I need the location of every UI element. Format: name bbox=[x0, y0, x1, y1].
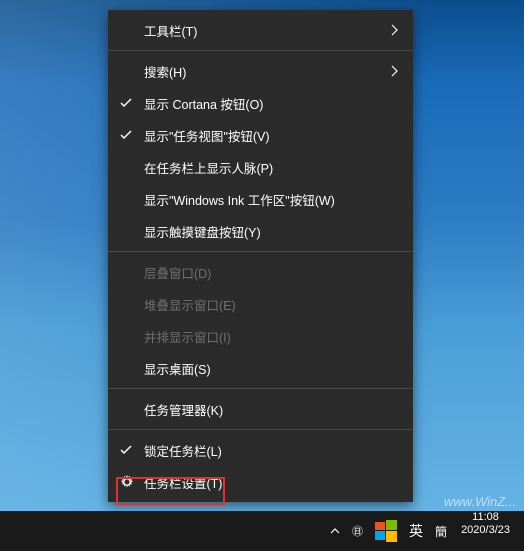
menu-task-manager[interactable]: 任务管理器(K) bbox=[108, 393, 413, 425]
check-icon bbox=[120, 444, 132, 456]
menu-label: 显示触摸键盘按钮(Y) bbox=[144, 222, 261, 241]
chevron-right-icon bbox=[391, 65, 399, 77]
menu-show-people[interactable]: 在任务栏上显示人脉(P) bbox=[108, 151, 413, 183]
menu-label: 任务栏设置(T) bbox=[144, 473, 222, 492]
gear-icon bbox=[120, 475, 134, 489]
separator bbox=[108, 50, 413, 51]
menu-label: 显示"Windows Ink 工作区"按钮(W) bbox=[144, 190, 335, 209]
tray-chevron-up[interactable] bbox=[324, 511, 346, 551]
lang-label: 英 bbox=[409, 521, 423, 541]
menu-label: 工具栏(T) bbox=[144, 21, 197, 40]
menu-show-desktop[interactable]: 显示桌面(S) bbox=[108, 352, 413, 384]
system-clock[interactable]: 11:08 2020/3/23 bbox=[453, 511, 518, 551]
windows-logo-icon bbox=[375, 520, 397, 542]
tray-ime-icon[interactable]: ㊐ bbox=[346, 511, 369, 551]
menu-taskbar-settings[interactable]: 任务栏设置(T) bbox=[108, 466, 413, 498]
menu-label: 堆叠显示窗口(E) bbox=[144, 295, 236, 314]
language-indicator[interactable]: 英 bbox=[403, 511, 429, 551]
menu-label: 锁定任务栏(L) bbox=[144, 441, 222, 460]
menu-label: 显示 Cortana 按钮(O) bbox=[144, 94, 263, 113]
menu-show-touch-keyboard[interactable]: 显示触摸键盘按钮(Y) bbox=[108, 215, 413, 247]
menu-show-task-view[interactable]: 显示"任务视图"按钮(V) bbox=[108, 119, 413, 151]
clock-time: 11:08 bbox=[472, 511, 499, 524]
ime-mode-indicator[interactable]: 簡 bbox=[429, 511, 453, 551]
menu-cascade-windows: 层叠窗口(D) bbox=[108, 256, 413, 288]
menu-label: 并排显示窗口(I) bbox=[144, 327, 231, 346]
menu-label: 显示"任务视图"按钮(V) bbox=[144, 126, 270, 145]
check-icon bbox=[120, 129, 132, 141]
menu-show-ink[interactable]: 显示"Windows Ink 工作区"按钮(W) bbox=[108, 183, 413, 215]
menu-label: 层叠窗口(D) bbox=[144, 263, 211, 282]
clock-date: 2020/3/23 bbox=[461, 524, 510, 537]
menu-stacked-windows: 堆叠显示窗口(E) bbox=[108, 288, 413, 320]
check-icon bbox=[120, 97, 132, 109]
separator bbox=[108, 388, 413, 389]
ime-mode-label: 簡 bbox=[435, 523, 447, 540]
menu-label: 显示桌面(S) bbox=[144, 359, 211, 378]
menu-show-cortana[interactable]: 显示 Cortana 按钮(O) bbox=[108, 87, 413, 119]
menu-search[interactable]: 搜索(H) bbox=[108, 55, 413, 87]
menu-side-by-side-windows: 并排显示窗口(I) bbox=[108, 320, 413, 352]
menu-label: 在任务栏上显示人脉(P) bbox=[144, 158, 273, 177]
menu-lock-taskbar[interactable]: 锁定任务栏(L) bbox=[108, 434, 413, 466]
separator bbox=[108, 429, 413, 430]
menu-label: 任务管理器(K) bbox=[144, 400, 223, 419]
menu-toolbars[interactable]: 工具栏(T) bbox=[108, 14, 413, 46]
chevron-right-icon bbox=[391, 24, 399, 36]
menu-label: 搜索(H) bbox=[144, 62, 186, 81]
separator bbox=[108, 251, 413, 252]
taskbar-context-menu: 工具栏(T) 搜索(H) 显示 Cortana 按钮(O) 显示"任务视图"按钮… bbox=[108, 10, 413, 502]
taskbar[interactable]: ㊐ 英 簡 11:08 2020/3/23 bbox=[0, 511, 524, 551]
ime-label: ㊐ bbox=[352, 523, 363, 539]
tray-windows-logo[interactable] bbox=[369, 511, 403, 551]
